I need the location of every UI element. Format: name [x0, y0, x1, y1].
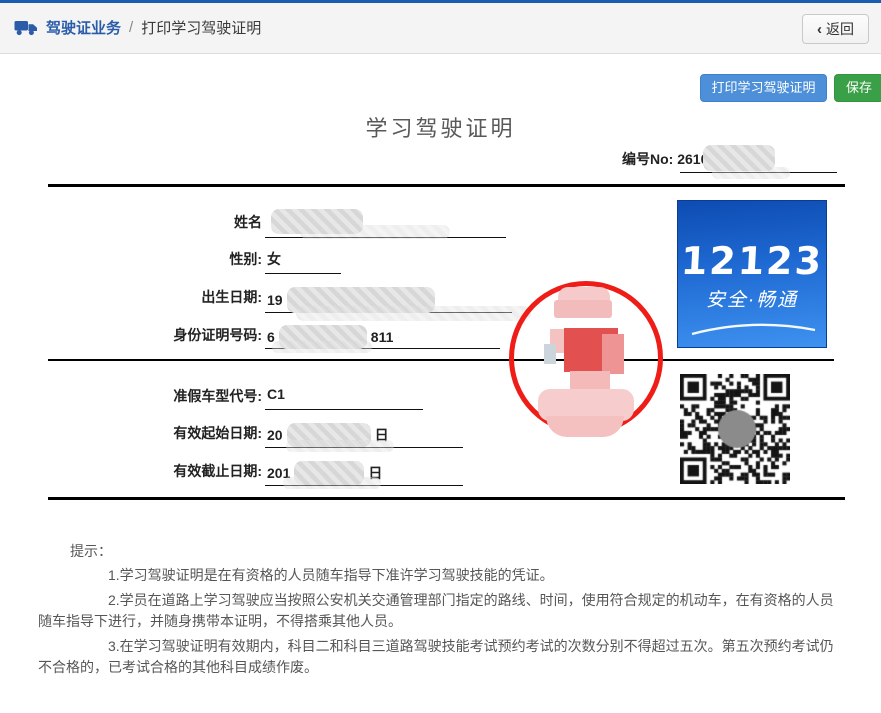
serial-label: 编号No:	[622, 151, 673, 167]
gender-label: 性别:	[0, 249, 262, 269]
certificate-middle-divider	[48, 359, 834, 361]
id-number-suffix: 811	[371, 329, 394, 345]
certificate-title: 学习驾驶证明	[0, 111, 881, 143]
gender-value: 女	[267, 249, 281, 269]
end-redaction-shadow	[283, 477, 381, 489]
vehicle-type-value: C1	[267, 386, 285, 402]
serial-redaction-shadow	[712, 167, 790, 179]
birth-date-visible: 19	[267, 292, 283, 308]
valid-start-label: 有效起始日期:	[0, 423, 262, 443]
valid-start-prefix: 20	[267, 427, 283, 443]
print-certificate-button[interactable]: 打印学习驾驶证明	[700, 74, 827, 102]
logo-slogan: 安全·畅通	[678, 285, 826, 312]
stamp-pixel-block	[546, 416, 624, 437]
truck-icon	[14, 18, 38, 37]
name-label: 姓名	[0, 212, 262, 232]
start-redaction-shadow	[286, 440, 394, 452]
tip-item-2: 2.学员在道路上学习驾驶应当按照公安机关交通管理部门指定的路线、时间，使用符合规…	[38, 590, 846, 632]
vehicle-type-underline	[265, 409, 423, 410]
back-button-label: 返回	[826, 19, 854, 39]
stamp-pixel-block	[570, 371, 610, 392]
stamp-pixel-block	[558, 287, 610, 302]
chevron-left-icon: ‹	[817, 21, 822, 38]
vehicle-type-label: 准假车型代号:	[0, 386, 262, 406]
certificate-bottom-border	[48, 497, 845, 500]
top-accent-line	[0, 0, 881, 3]
breadcrumb-current: 打印学习驾驶证明	[141, 17, 261, 38]
serial-number: 编号No: 2610	[622, 149, 708, 169]
id-redaction-shadow	[272, 341, 372, 353]
breadcrumb: 驾驶证业务 / 打印学习驾驶证明	[14, 17, 261, 38]
stamp-pixel-block	[544, 344, 556, 364]
breadcrumb-root[interactable]: 驾驶证业务	[46, 17, 121, 38]
tips-section: 提示： 1.学习驾驶证明是在有资格的人员随车指导下准许学习驾驶技能的凭证。 2.…	[38, 541, 846, 682]
red-seal-stamp	[509, 281, 663, 435]
stamp-pixel-block	[602, 334, 624, 374]
stamp-pixel-block	[554, 300, 612, 318]
tip-item-3: 3.在学习驾驶证明有效期内，科目二和科目三道路驾驶技能考试预约考试的次数分别不得…	[38, 636, 846, 678]
tip-item-1: 1.学习驾驶证明是在有资格的人员随车指导下准许学习驾驶技能的凭证。	[38, 565, 846, 586]
stamp-pixel-block	[538, 389, 634, 421]
page-header: 驾驶证业务 / 打印学习驾驶证明 ‹ 返回	[0, 3, 881, 54]
qr-code-canvas	[680, 374, 790, 484]
birth-date-label: 出生日期:	[0, 287, 262, 307]
valid-end-label: 有效截止日期:	[0, 461, 262, 481]
tips-heading: 提示：	[38, 541, 846, 562]
logo-number: 12123	[677, 239, 827, 283]
qr-code	[680, 374, 790, 486]
birth-redaction-shadow	[296, 306, 531, 321]
stamp-pixel-block	[550, 329, 582, 353]
certificate-top-border	[48, 184, 845, 187]
logo-arc-decoration	[678, 314, 828, 340]
save-button[interactable]: 保存	[834, 74, 881, 102]
back-button[interactable]: ‹ 返回	[802, 14, 869, 44]
name-redaction-shadow	[300, 225, 450, 239]
stamp-pixel-block	[564, 328, 618, 372]
app-12123-logo: 12123 安全·畅通	[677, 200, 827, 348]
id-number-label: 身份证明号码:	[0, 325, 262, 345]
breadcrumb-separator: /	[129, 19, 133, 36]
gender-underline	[265, 273, 341, 274]
